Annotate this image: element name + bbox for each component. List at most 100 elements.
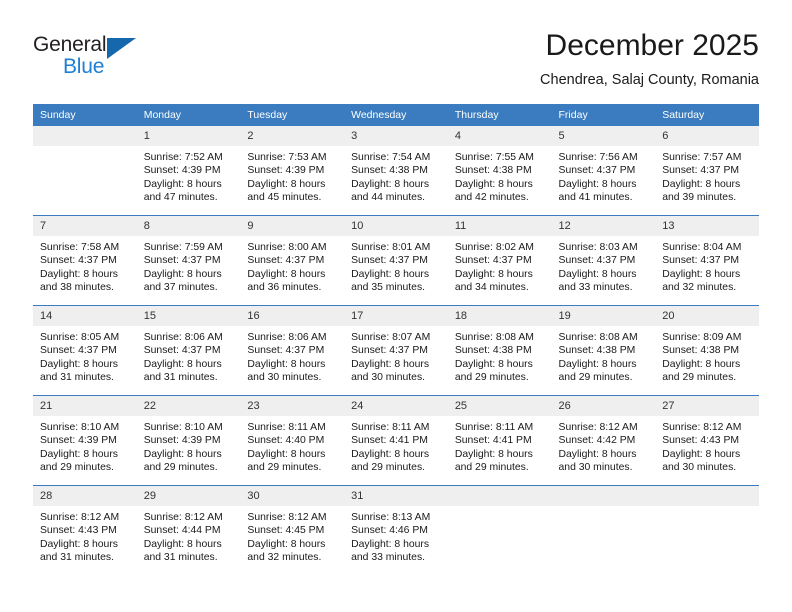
calendar-day-cell[interactable]: 3 Sunrise: 7:54 AM Sunset: 4:38 PM Daylight… — [344, 126, 448, 216]
day-detail-line: Sunset: 4:41 PM — [454, 435, 532, 447]
day-detail-line: Sunrise: 7:53 AM — [247, 152, 327, 163]
day-details: Sunrise: 7:53 AM Sunset: 4:39 PM Daylight:… — [240, 146, 344, 204]
calendar-day-cell[interactable]: 22 Sunrise: 8:10 AM Sunset: 4:39 PM Dayligh… — [136, 395, 241, 486]
calendar-day-cell[interactable]: 21 Sunrise: 8:10 AM Sunset: 4:39 PM Dayligh… — [33, 395, 137, 486]
day-detail-line: Sunset: 4:39 PM — [143, 165, 221, 177]
calendar-day-cell[interactable]: 25 Sunrise: 8:11 AM Sunset: 4:41 PM Dayligh… — [447, 395, 552, 486]
day-detail-line: Daylight: 8 hours — [454, 268, 533, 280]
weekday-header-wednesday: Wednesday — [344, 104, 448, 126]
day-number — [33, 126, 137, 146]
day-detail-line: and 31 minutes. — [143, 371, 218, 383]
day-detail-line: Sunrise: 8:09 AM — [662, 332, 742, 343]
calendar-day-cell[interactable]: 7 Sunrise: 7:58 AM Sunset: 4:37 PM Daylight… — [33, 215, 137, 306]
day-details — [552, 506, 656, 511]
day-detail-line: Sunset: 4:38 PM — [662, 345, 740, 357]
day-details: Sunrise: 8:12 AM Sunset: 4:43 PM Daylight:… — [33, 506, 137, 564]
calendar-day-cell[interactable]: 15 Sunrise: 8:06 AM Sunset: 4:37 PM Dayligh… — [136, 305, 241, 396]
day-details: Sunrise: 8:12 AM Sunset: 4:42 PM Daylight:… — [552, 416, 656, 474]
calendar-day-cell[interactable]: 8 Sunrise: 7:59 AM Sunset: 4:37 PM Daylight… — [136, 215, 241, 306]
calendar-day-cell[interactable]: 5 Sunrise: 7:56 AM Sunset: 4:37 PM Daylight… — [551, 126, 656, 216]
calendar-day-cell[interactable]: 14 Sunrise: 8:05 AM Sunset: 4:37 PM Dayligh… — [33, 305, 137, 396]
day-detail-line: and 29 minutes. — [143, 461, 218, 473]
day-detail-line: and 30 minutes. — [662, 461, 737, 473]
day-details: Sunrise: 8:04 AM Sunset: 4:37 PM Daylight:… — [655, 236, 759, 294]
day-number: 8 — [136, 216, 241, 236]
day-number: 1 — [136, 126, 241, 146]
calendar-day-cell[interactable]: 19 Sunrise: 8:08 AM Sunset: 4:38 PM Dayligh… — [551, 305, 656, 396]
day-cell-inner — [551, 486, 656, 575]
calendar-day-cell[interactable]: 10 Sunrise: 8:01 AM Sunset: 4:37 PM Dayligh… — [344, 215, 448, 306]
day-detail-line: Daylight: 8 hours — [662, 358, 741, 370]
day-details: Sunrise: 8:06 AM Sunset: 4:37 PM Daylight:… — [240, 326, 344, 384]
day-detail-line: Sunrise: 8:12 AM — [247, 512, 327, 523]
day-detail-line: Daylight: 8 hours — [558, 178, 637, 190]
day-number: 22 — [136, 396, 241, 416]
day-details: Sunrise: 8:12 AM Sunset: 4:44 PM Daylight:… — [137, 506, 241, 564]
day-cell-inner: 16 Sunrise: 8:06 AM Sunset: 4:37 PM Dayligh… — [240, 306, 345, 395]
calendar-day-cell[interactable]: 18 Sunrise: 8:08 AM Sunset: 4:38 PM Dayligh… — [447, 305, 552, 396]
day-details: Sunrise: 8:12 AM Sunset: 4:43 PM Daylight:… — [655, 416, 759, 474]
generalblue-logo[interactable]: General Blue — [33, 33, 143, 83]
day-detail-line: Sunset: 4:43 PM — [40, 525, 117, 537]
day-detail-line: Daylight: 8 hours — [454, 358, 533, 370]
calendar-day-cell[interactable]: 27 Sunrise: 8:12 AM Sunset: 4:43 PM Dayligh… — [655, 395, 759, 486]
day-detail-line: Sunset: 4:39 PM — [247, 165, 325, 177]
day-details: Sunrise: 8:05 AM Sunset: 4:37 PM Daylight:… — [33, 326, 137, 384]
day-detail-line: Sunrise: 8:11 AM — [247, 422, 326, 433]
day-detail-line: and 29 minutes. — [662, 371, 737, 383]
calendar-day-cell[interactable]: 28 Sunrise: 8:12 AM Sunset: 4:43 PM Dayligh… — [33, 485, 137, 575]
day-cell-inner: 29 Sunrise: 8:12 AM Sunset: 4:44 PM Dayligh… — [136, 486, 241, 575]
day-cell-inner: 28 Sunrise: 8:12 AM Sunset: 4:43 PM Dayligh… — [33, 486, 137, 575]
day-detail-line: Sunrise: 8:06 AM — [247, 332, 327, 343]
day-number: 13 — [655, 216, 759, 236]
day-detail-line: and 34 minutes. — [454, 281, 529, 293]
calendar-day-cell[interactable]: 1 Sunrise: 7:52 AM Sunset: 4:39 PM Daylight… — [136, 126, 241, 216]
day-detail-line: Sunrise: 8:12 AM — [40, 512, 120, 523]
calendar-day-cell[interactable]: 24 Sunrise: 8:11 AM Sunset: 4:41 PM Dayligh… — [344, 395, 448, 486]
calendar-day-cell[interactable]: 12 Sunrise: 8:03 AM Sunset: 4:37 PM Dayligh… — [551, 215, 656, 306]
calendar-day-cell[interactable]: 17 Sunrise: 8:07 AM Sunset: 4:37 PM Dayligh… — [344, 305, 448, 396]
day-details: Sunrise: 7:59 AM Sunset: 4:37 PM Daylight:… — [137, 236, 241, 294]
calendar-day-cell[interactable]: 29 Sunrise: 8:12 AM Sunset: 4:44 PM Dayligh… — [136, 485, 241, 575]
calendar-day-cell[interactable]: 16 Sunrise: 8:06 AM Sunset: 4:37 PM Dayligh… — [240, 305, 345, 396]
day-detail-line: and 39 minutes. — [662, 191, 737, 203]
day-cell-inner: 21 Sunrise: 8:10 AM Sunset: 4:39 PM Dayligh… — [33, 396, 137, 485]
day-detail-line: Sunrise: 8:12 AM — [558, 422, 638, 433]
day-detail-line: Sunset: 4:37 PM — [143, 345, 221, 357]
logo-text-blue: Blue — [63, 55, 105, 78]
day-number: 2 — [240, 126, 345, 146]
day-detail-line: Sunset: 4:37 PM — [454, 255, 532, 267]
page-header: General Blue December 2025 Chendrea, Sal… — [0, 0, 792, 100]
calendar-day-cell[interactable]: 30 Sunrise: 8:12 AM Sunset: 4:45 PM Dayligh… — [240, 485, 345, 575]
calendar-day-cell[interactable]: 6 Sunrise: 7:57 AM Sunset: 4:37 PM Daylight… — [655, 126, 759, 216]
day-detail-line: Sunrise: 7:55 AM — [454, 152, 534, 163]
day-detail-line: Daylight: 8 hours — [247, 178, 326, 190]
page-subtitle: Chendrea, Salaj County, Romania — [540, 72, 759, 88]
day-details: Sunrise: 8:02 AM Sunset: 4:37 PM Daylight:… — [448, 236, 552, 294]
day-number: 17 — [344, 306, 448, 326]
calendar-day-cell[interactable]: 4 Sunrise: 7:55 AM Sunset: 4:38 PM Daylight… — [447, 126, 552, 216]
day-detail-line: Daylight: 8 hours — [143, 268, 222, 280]
day-cell-inner: 25 Sunrise: 8:11 AM Sunset: 4:41 PM Dayligh… — [447, 396, 552, 485]
day-cell-inner: 15 Sunrise: 8:06 AM Sunset: 4:37 PM Dayligh… — [136, 306, 241, 395]
calendar-day-cell[interactable]: 9 Sunrise: 8:00 AM Sunset: 4:37 PM Daylight… — [240, 215, 345, 306]
calendar-day-cell[interactable]: 20 Sunrise: 8:09 AM Sunset: 4:38 PM Dayligh… — [655, 305, 759, 396]
calendar-day-cell[interactable]: 26 Sunrise: 8:12 AM Sunset: 4:42 PM Dayligh… — [551, 395, 656, 486]
day-detail-line: Daylight: 8 hours — [662, 448, 741, 460]
calendar-day-cell[interactable]: 13 Sunrise: 8:04 AM Sunset: 4:37 PM Dayligh… — [655, 215, 759, 306]
day-detail-line: Sunrise: 7:57 AM — [662, 152, 742, 163]
day-detail-line: Daylight: 8 hours — [454, 178, 533, 190]
day-detail-line: and 29 minutes. — [247, 461, 322, 473]
calendar-day-cell[interactable]: 31 Sunrise: 8:13 AM Sunset: 4:46 PM Dayligh… — [344, 485, 448, 575]
day-number: 20 — [655, 306, 759, 326]
day-detail-line: and 37 minutes. — [143, 281, 218, 293]
calendar-day-cell[interactable]: 23 Sunrise: 8:11 AM Sunset: 4:40 PM Dayligh… — [240, 395, 345, 486]
day-number: 15 — [136, 306, 241, 326]
day-detail-line: and 33 minutes. — [351, 551, 426, 563]
day-number: 28 — [33, 486, 137, 506]
day-detail-line: Sunset: 4:37 PM — [247, 345, 325, 357]
day-detail-line: Sunset: 4:39 PM — [40, 435, 117, 447]
day-detail-line: Sunset: 4:43 PM — [662, 435, 740, 447]
calendar-day-cell[interactable]: 11 Sunrise: 8:02 AM Sunset: 4:37 PM Dayligh… — [447, 215, 552, 306]
calendar-day-cell[interactable]: 2 Sunrise: 7:53 AM Sunset: 4:39 PM Daylight… — [240, 126, 345, 216]
